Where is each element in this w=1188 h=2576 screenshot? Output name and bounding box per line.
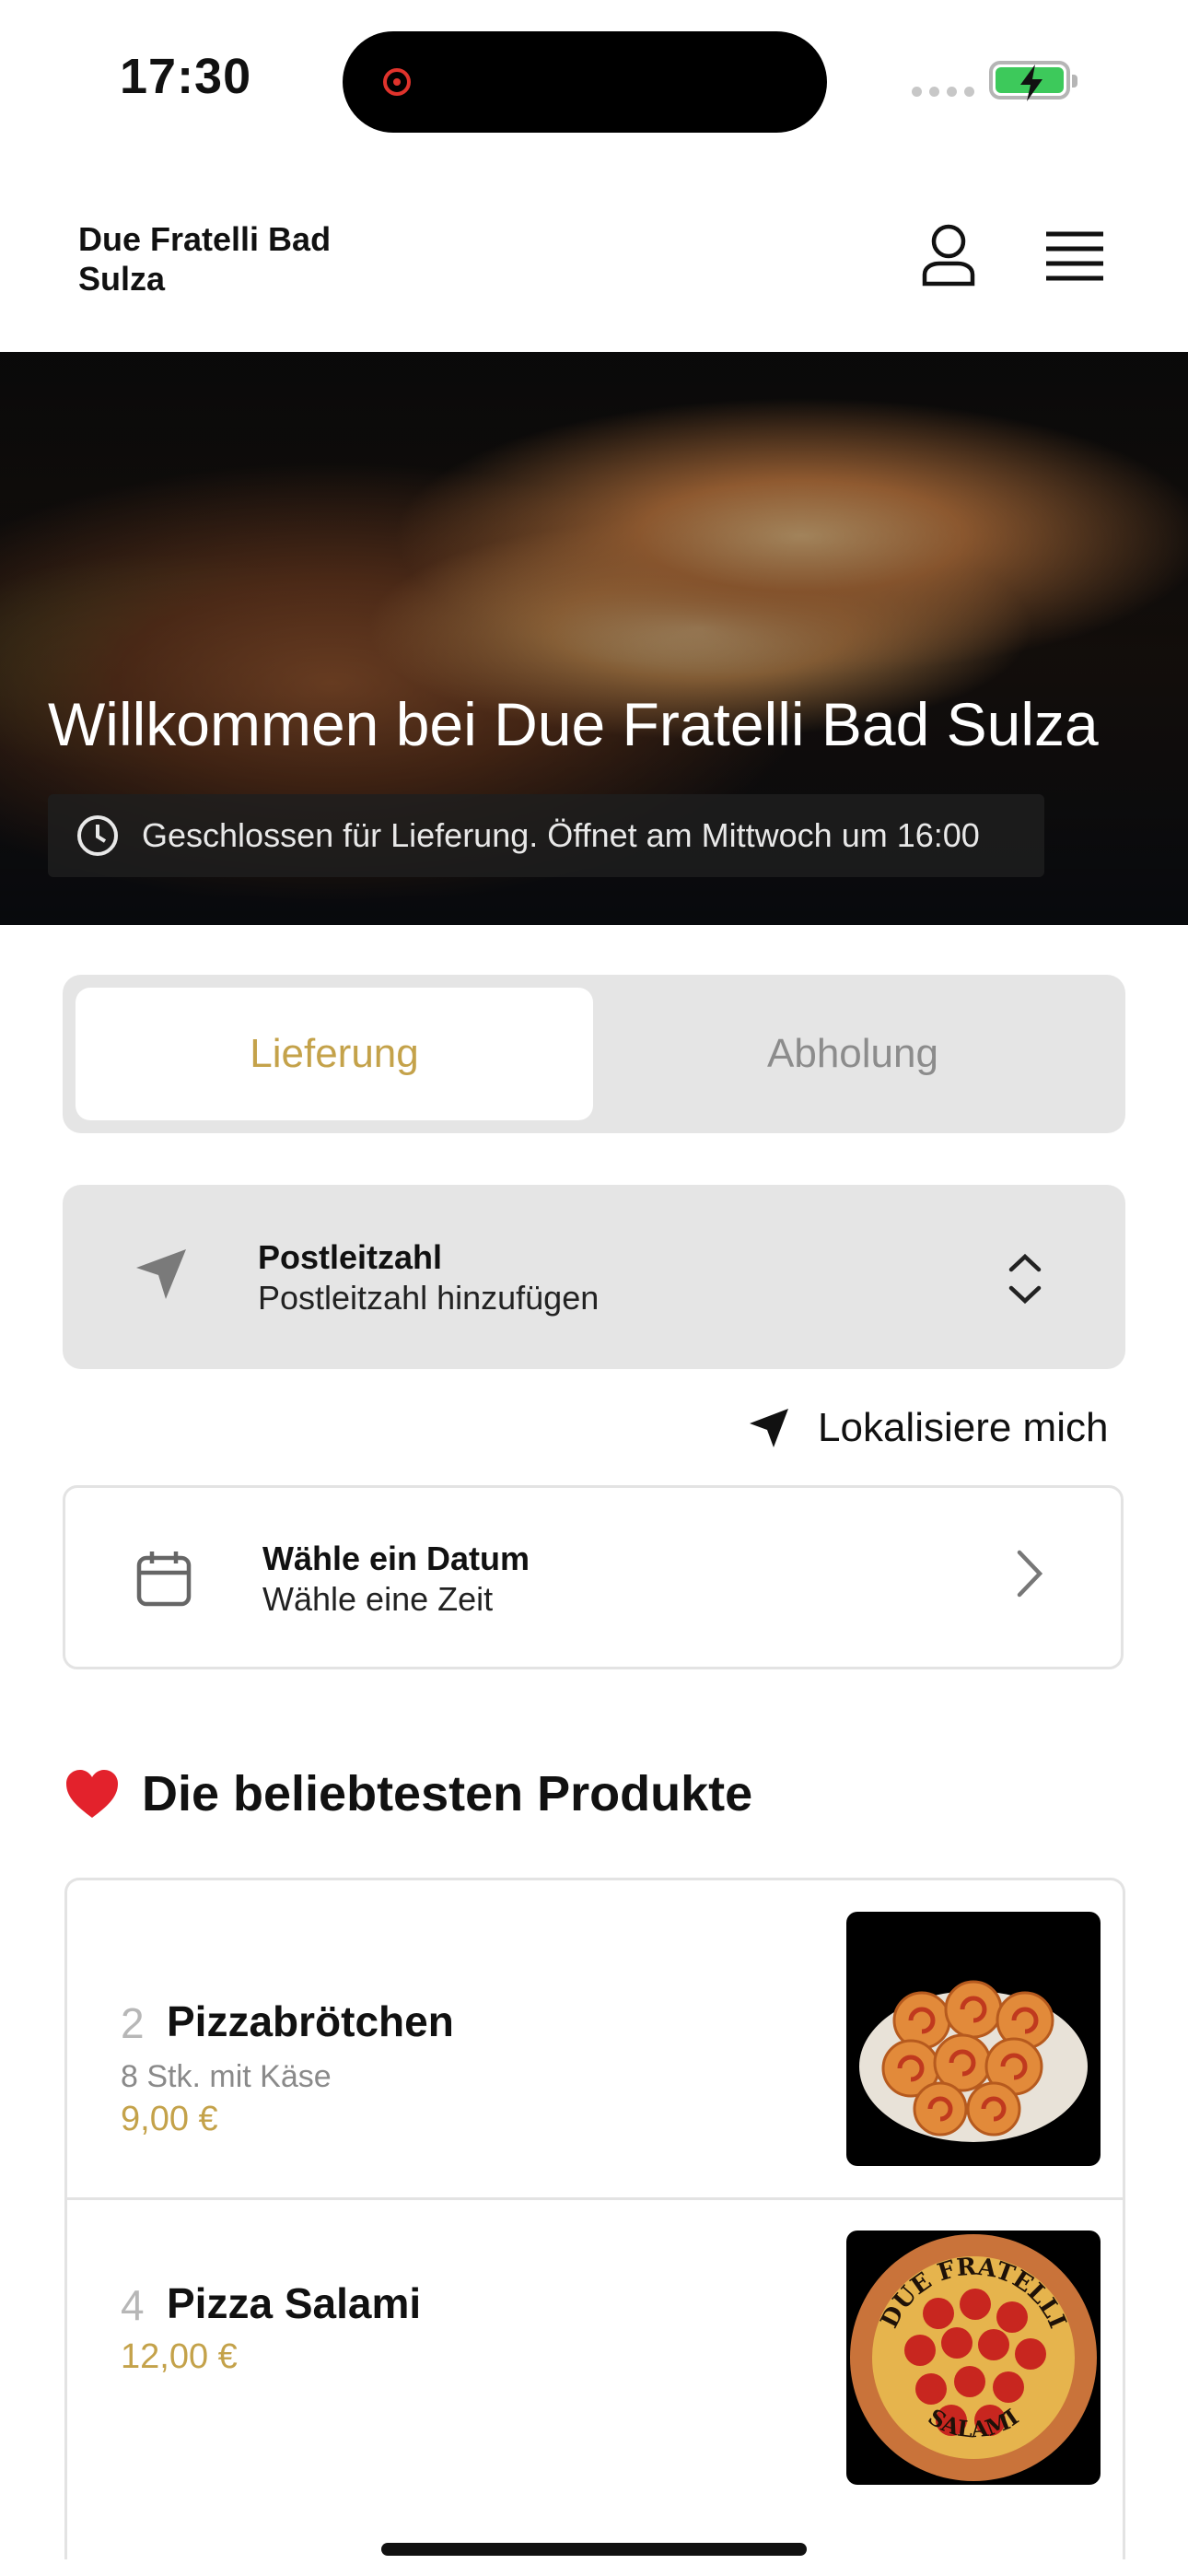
postal-code-value: Postleitzahl hinzufügen <box>258 1279 600 1317</box>
product-row[interactable]: 2 Pizzabrötchen 8 Stk. mit Käse 9,00 € <box>67 1880 1123 2200</box>
navigation-arrow-icon <box>136 1249 186 1299</box>
locate-me-label: Lokalisiere mich <box>818 1405 1109 1450</box>
battery-charging-icon <box>989 61 1077 101</box>
product-price: 12,00 € <box>121 2337 238 2376</box>
status-time: 17:30 <box>120 49 252 104</box>
heart-icon <box>66 1770 118 1818</box>
clock-icon <box>77 815 118 856</box>
tab-pickup[interactable]: Abholung <box>593 988 1112 1120</box>
recording-indicator-icon <box>383 68 411 96</box>
tab-delivery[interactable]: Lieferung <box>76 988 593 1120</box>
signal-dots-icon <box>912 87 974 97</box>
opening-status-banner: Geschlossen für Lieferung. Öffnet am Mit… <box>48 794 1044 877</box>
hamburger-menu-icon[interactable] <box>1042 230 1107 287</box>
product-name: Pizza Salami <box>167 2279 422 2327</box>
product-name: Pizzabrötchen <box>167 1997 454 2045</box>
calendar-icon <box>136 1551 192 1607</box>
date-label: Wähle ein Datum <box>262 1540 530 1577</box>
postal-code-selector[interactable]: Postleitzahl Postleitzahl hinzufügen <box>63 1185 1125 1369</box>
chevron-right-icon <box>1017 1550 1043 1598</box>
product-image-pizzabroetchen <box>846 1912 1101 2166</box>
home-indicator[interactable] <box>381 2543 807 2556</box>
delivery-mode-switch: Lieferung Abholung <box>63 975 1125 1133</box>
hero-title: Willkommen bei Due Fratelli Bad Sulza <box>48 690 1099 758</box>
popular-products-title: Die beliebtesten Produkte <box>142 1766 753 1821</box>
popular-products-heading: Die beliebtesten Produkte <box>64 1765 752 1822</box>
time-label: Wähle eine Zeit <box>262 1580 494 1618</box>
postal-code-label: Postleitzahl <box>258 1238 443 1276</box>
location-arrow-icon <box>750 1409 788 1447</box>
dynamic-island <box>343 31 827 133</box>
locate-me-button[interactable]: Lokalisiere mich <box>748 1402 1108 1454</box>
product-price: 9,00 € <box>121 2100 218 2138</box>
opening-status-text: Geschlossen für Lieferung. Öffnet am Mit… <box>142 816 980 854</box>
popular-products-list: 2 Pizzabrötchen 8 Stk. mit Käse 9,00 € 4… <box>64 1878 1125 2559</box>
product-image-pizza-salami: DUE FRATELLI SALAMI <box>846 2231 1101 2485</box>
product-description: 8 Stk. mit Käse <box>121 2059 332 2094</box>
chevron-up-down-icon <box>1008 1253 1042 1305</box>
user-account-icon[interactable] <box>915 221 982 292</box>
restaurant-name[interactable]: Due Fratelli Bad Sulza <box>78 219 382 299</box>
product-row[interactable]: 4 Pizza Salami 12,00 € DUE FRATELLI SALA… <box>67 2199 1123 2516</box>
product-number: 2 <box>121 1999 145 2047</box>
product-number: 4 <box>121 2281 145 2329</box>
date-time-selector[interactable]: Wähle ein Datum Wähle eine Zeit <box>63 1485 1124 1669</box>
